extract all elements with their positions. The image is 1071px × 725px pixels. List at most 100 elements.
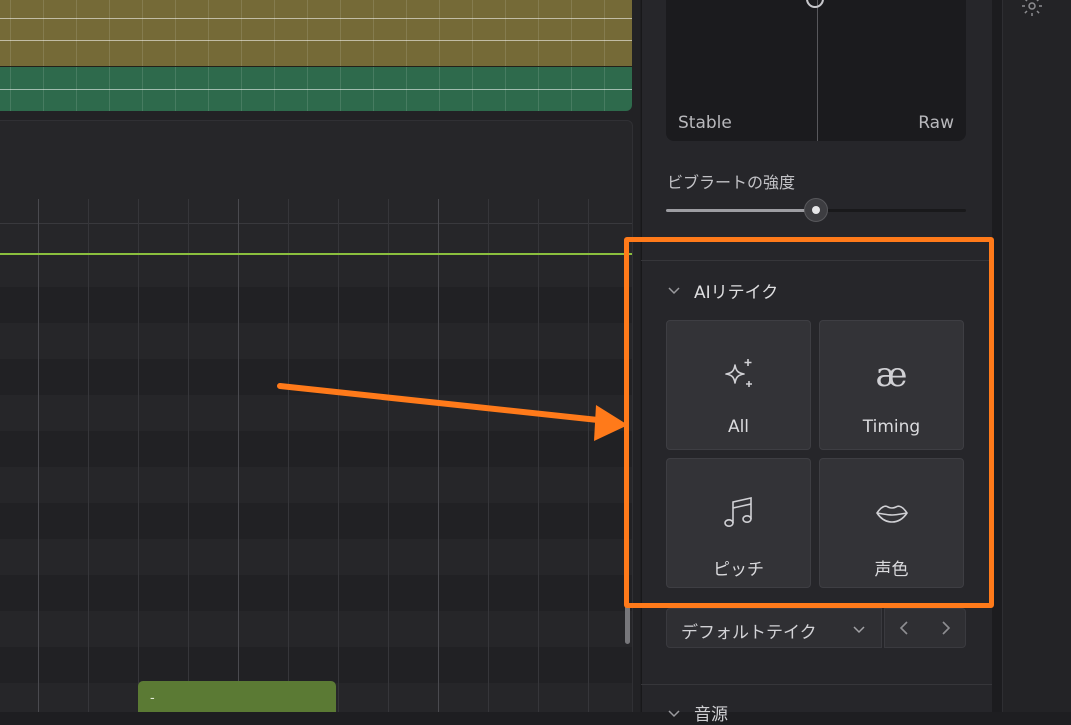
piano-roll-gridline [538, 199, 539, 712]
take-navigation [884, 608, 966, 648]
vibrato-label: ビブラートの強度 [667, 173, 796, 192]
track-gridline [208, 67, 209, 111]
track-gridline [43, 67, 44, 111]
ae-ligature-icon: æ [872, 355, 912, 395]
section-divider [641, 684, 992, 685]
track-gridline [571, 67, 572, 111]
retake-pitch-label: ピッチ [713, 560, 764, 580]
right-rail [1002, 0, 1071, 712]
track-gridline [274, 0, 275, 66]
track-gridline [472, 0, 473, 66]
pad-center-axis [817, 0, 818, 141]
track-gridline [109, 0, 110, 66]
piano-roll-gridline [488, 199, 489, 712]
track-gridline [472, 67, 473, 111]
chevron-down-icon [668, 287, 680, 295]
retake-all-button[interactable]: All [666, 320, 811, 450]
track-gridline [175, 0, 176, 66]
track-gridline [76, 67, 77, 111]
retake-all-label: All [727, 417, 750, 437]
track-gridline [406, 0, 407, 66]
piano-roll-gridline [438, 199, 439, 712]
piano-roll[interactable] [0, 120, 633, 712]
track-gridline [142, 0, 143, 66]
previous-take-button[interactable] [885, 609, 925, 647]
track-grid [0, 0, 632, 66]
track-gridline [109, 67, 110, 111]
chevron-right-icon [942, 621, 951, 635]
panel-separator [992, 0, 1002, 712]
track-lane-yellow[interactable] [0, 0, 632, 68]
track-gridline [373, 67, 374, 111]
piano-roll-gridline [138, 199, 139, 712]
voicebank-section-title: 音源 [694, 705, 728, 725]
track-gridline [10, 67, 11, 111]
ai-retake-title: AIリテイク [694, 282, 779, 303]
track-gridline [175, 67, 176, 111]
retake-timing-label: Timing [862, 417, 921, 437]
note-lyric: - [150, 691, 155, 706]
retake-pitch-button[interactable]: ピッチ [666, 458, 811, 588]
track-gridline [340, 67, 341, 111]
editor-area: - [0, 0, 640, 712]
piano-roll-gridline [238, 199, 239, 712]
track-gridline [241, 0, 242, 66]
vibrato-slider-fill [666, 209, 816, 212]
sparkles-icon [719, 355, 759, 395]
music-note-icon [719, 493, 759, 533]
track-gridline [505, 67, 506, 111]
piano-roll-gridline [88, 199, 89, 712]
piano-roll-gridline [38, 199, 39, 712]
track-gridline [241, 67, 242, 111]
track-gridline [439, 0, 440, 66]
chevron-down-icon [853, 626, 865, 634]
piano-roll-gridline [288, 199, 289, 712]
take-select-value: デフォルトテイク [681, 623, 817, 643]
track-gridline [10, 0, 11, 66]
track-gridline [604, 0, 605, 66]
track-lane-green[interactable] [0, 67, 632, 111]
track-gridline [142, 67, 143, 111]
track-gridline [43, 0, 44, 66]
chevron-left-icon [899, 621, 908, 635]
track-gridline [307, 67, 308, 111]
pitch-line [0, 253, 632, 255]
pad-knob[interactable] [806, 0, 824, 8]
piano-roll-gridline [188, 199, 189, 712]
track-gridline [538, 67, 539, 111]
take-select-dropdown[interactable]: デフォルトテイク [666, 608, 882, 648]
next-take-button[interactable] [925, 609, 965, 647]
track-gridline [505, 0, 506, 66]
track-gridline [439, 67, 440, 111]
retake-timing-button[interactable]: æ Timing [819, 320, 964, 450]
track-gridline [76, 0, 77, 66]
ai-retake-header[interactable]: AIリテイク [666, 278, 779, 303]
retake-voice-button[interactable]: 声色 [819, 458, 964, 588]
section-divider [641, 260, 992, 261]
piano-roll-gridline [388, 199, 389, 712]
track-gridline [571, 0, 572, 66]
piano-roll-gridline [588, 199, 589, 712]
vertical-scrollbar[interactable] [625, 604, 630, 644]
track-gridline [340, 0, 341, 66]
vibrato-slider-thumb[interactable] [804, 198, 828, 222]
note-block[interactable]: - [138, 681, 336, 712]
track-gridline [538, 0, 539, 66]
track-gridline [604, 67, 605, 111]
piano-roll-gridline [338, 199, 339, 712]
track-gridline [208, 0, 209, 66]
pad-label-stable: Stable [678, 113, 732, 133]
track-grid [0, 67, 632, 111]
voicebank-section-header[interactable]: 音源 [666, 700, 728, 725]
track-gridline [406, 67, 407, 111]
lips-icon [872, 493, 912, 533]
chevron-down-icon [668, 709, 680, 717]
ae-glyph: æ [875, 355, 908, 395]
gear-icon[interactable] [1020, 0, 1044, 16]
track-gridline [274, 67, 275, 111]
pad-label-raw: Raw [918, 113, 954, 133]
vibrato-slider[interactable] [666, 198, 966, 222]
track-gridline [307, 0, 308, 66]
stable-raw-pad[interactable]: Stable Raw [666, 0, 966, 141]
retake-voice-label: 声色 [874, 560, 909, 580]
